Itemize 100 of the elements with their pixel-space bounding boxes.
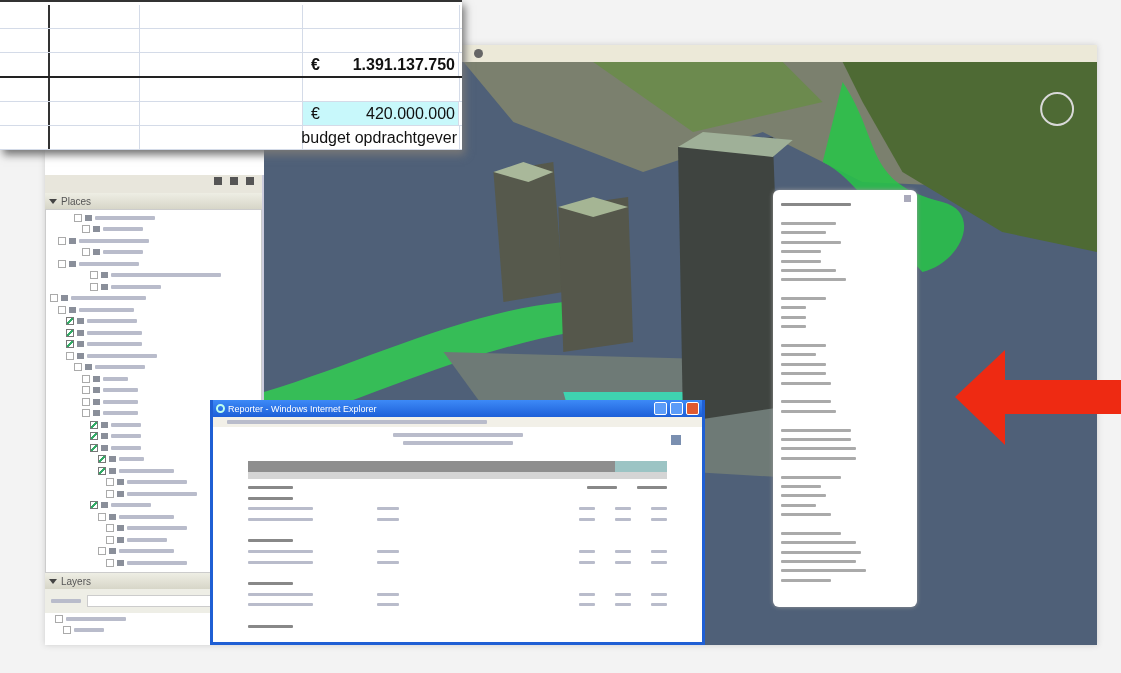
checkbox[interactable] [98, 547, 106, 556]
illegible-text [781, 428, 851, 432]
checkbox[interactable] [66, 340, 74, 349]
checkbox[interactable] [90, 432, 98, 441]
checkbox[interactable] [66, 328, 74, 337]
illegible-text [248, 549, 313, 553]
checkbox[interactable] [55, 614, 63, 623]
checkbox[interactable] [82, 374, 90, 383]
illegible-text [111, 422, 141, 427]
illegible-text [74, 628, 104, 633]
illegible-text [781, 362, 826, 366]
checkbox[interactable] [82, 386, 90, 395]
illegible-text [781, 240, 841, 244]
checkbox[interactable] [82, 248, 90, 257]
illegible-text [119, 468, 174, 473]
currency-sign: € [311, 104, 320, 123]
illegible-text [248, 582, 293, 586]
checkbox[interactable] [58, 305, 66, 314]
checkbox[interactable] [106, 535, 114, 544]
illegible-text [781, 250, 821, 254]
checkbox[interactable] [66, 351, 74, 360]
illegible-text [781, 297, 826, 301]
illegible-text [579, 603, 595, 607]
illegible-text [615, 517, 631, 521]
checkbox[interactable] [106, 478, 114, 487]
close-button[interactable] [686, 402, 699, 415]
illegible-text [127, 480, 187, 485]
illegible-text [651, 517, 667, 521]
arrow-icon [955, 350, 1121, 445]
illegible-text [79, 238, 149, 243]
window-title: Reporter - Windows Internet Explorer [228, 403, 378, 414]
checkbox[interactable] [90, 420, 98, 429]
illegible-text [615, 549, 631, 553]
illegible-text [127, 526, 187, 531]
illegible-text [615, 507, 631, 511]
illegible-text [781, 259, 821, 263]
illegible-text [103, 411, 138, 416]
illegible-text [111, 284, 161, 289]
illegible-text [781, 381, 831, 385]
checkbox[interactable] [98, 512, 106, 521]
checkbox[interactable] [50, 294, 58, 303]
checkbox[interactable] [82, 397, 90, 406]
checkbox[interactable] [90, 271, 98, 280]
checkbox[interactable] [106, 524, 114, 533]
illegible-text [103, 376, 128, 381]
illegible-text [579, 592, 595, 596]
currency-sign: € [311, 55, 320, 74]
illegible-text [781, 268, 836, 272]
illegible-text [781, 344, 826, 348]
illegible-text [248, 560, 313, 564]
illegible-text [248, 496, 293, 500]
globe-icon[interactable] [474, 49, 483, 58]
illegible-text [103, 250, 143, 255]
checkbox[interactable] [66, 317, 74, 326]
address-bar[interactable] [213, 417, 702, 427]
checkbox[interactable] [74, 363, 82, 372]
illegible-text [103, 399, 138, 404]
illegible-text [95, 215, 155, 220]
illegible-text [637, 485, 667, 489]
illegible-text [248, 603, 313, 607]
illegible-text [87, 319, 137, 324]
illegible-text [119, 549, 174, 554]
illegible-text [119, 514, 174, 519]
checkbox[interactable] [74, 213, 82, 222]
amount-value: 1.391.137.750 [352, 55, 455, 74]
illegible-text [79, 261, 139, 266]
checkbox[interactable] [63, 626, 71, 635]
checkbox[interactable] [90, 443, 98, 452]
illegible-text [651, 507, 667, 511]
illegible-text [781, 203, 851, 207]
illegible-text [248, 539, 293, 543]
minimize-button[interactable] [654, 402, 667, 415]
illegible-text [579, 517, 595, 521]
illegible-text [781, 353, 816, 357]
illegible-text [615, 560, 631, 564]
illegible-text [95, 365, 145, 370]
illegible-text [781, 531, 841, 535]
checkbox[interactable] [98, 455, 106, 464]
illegible-text [87, 342, 142, 347]
illegible-text [377, 507, 399, 511]
illegible-text [781, 278, 846, 282]
checkbox[interactable] [82, 225, 90, 234]
checkbox[interactable] [90, 501, 98, 510]
panel-header[interactable]: Places [45, 193, 262, 209]
illegible-text [615, 603, 631, 607]
illegible-text [51, 599, 81, 603]
checkbox[interactable] [98, 466, 106, 475]
illegible-text [781, 494, 826, 498]
illegible-text [248, 507, 313, 511]
checkbox[interactable] [106, 558, 114, 567]
illegible-text [119, 457, 144, 462]
illegible-text [111, 445, 141, 450]
checkbox[interactable] [90, 282, 98, 291]
illegible-text [127, 560, 187, 565]
checkbox[interactable] [106, 489, 114, 498]
browser-icon [216, 404, 225, 413]
checkbox[interactable] [58, 259, 66, 268]
maximize-button[interactable] [670, 402, 683, 415]
checkbox[interactable] [82, 409, 90, 418]
checkbox[interactable] [58, 236, 66, 245]
